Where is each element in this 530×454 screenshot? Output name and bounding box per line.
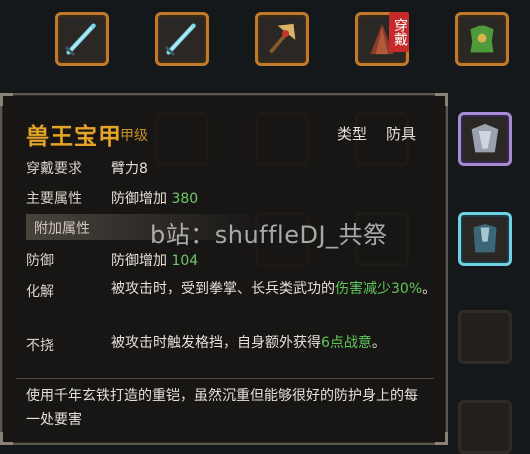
defense-text: 防御增加: [111, 253, 167, 269]
equipped-badge: 穿戴: [389, 12, 409, 52]
axe-icon: [269, 23, 296, 54]
effect-text-block: 被攻击时触发格挡，自身额外获得6点战意。: [111, 331, 441, 355]
inventory-slot-armor[interactable]: [455, 12, 509, 66]
effect-text-part: 被攻击时触发格挡，自身额外获得: [111, 335, 321, 351]
effect-label-resolve: 化解: [26, 284, 54, 300]
main-attribute-value: 380: [171, 191, 199, 207]
requirement-value: 臂力8: [111, 161, 148, 177]
item-description: 使用千年玄铁打造的重铠，虽然沉重但能够很好的防护身上的每一处要害: [26, 388, 418, 428]
sword-icon: [65, 23, 96, 56]
watermark: b站：shuffleDJ_共祭: [150, 221, 388, 249]
garment-icon: [471, 123, 499, 153]
effect-highlight: 6点战意: [321, 335, 372, 351]
item-grade: 甲级: [120, 128, 148, 144]
defense-label: 防御: [26, 253, 54, 269]
inventory-slot-sword-2[interactable]: [155, 12, 209, 66]
tooltip-corner: [435, 432, 448, 445]
effect-label-block: 不挠: [26, 338, 54, 354]
armor-icon: [470, 25, 494, 53]
requirement-label: 穿戴要求: [26, 161, 82, 177]
item-name: 兽王宝甲: [26, 124, 122, 150]
main-attribute: 防御增加 380: [111, 188, 198, 208]
tooltip-corner: [0, 432, 13, 445]
defense-attribute: 防御增加 104: [111, 250, 198, 270]
defense-value: 104: [171, 253, 199, 269]
inventory-slot-sword-1[interactable]: [55, 12, 109, 66]
item-type-value: 防具: [386, 125, 417, 143]
inventory-slot-empty[interactable]: [458, 310, 512, 364]
robe-icon: [473, 223, 497, 253]
item-type-label: 类型: [337, 125, 368, 143]
tooltip-corner: [435, 93, 448, 106]
effect-text-part: 被攻击时，受到拳掌、长兵类武功的: [111, 281, 335, 297]
inventory-slot-silk[interactable]: [458, 112, 512, 166]
item-tooltip: 兽王宝甲 甲级 类型 防具 穿戴要求 臂力8 主要属性 防御增加 380 附加属…: [0, 93, 448, 445]
inventory-slot-axe[interactable]: [255, 12, 309, 66]
tooltip-divider: [16, 378, 434, 379]
inventory-slot-cloak[interactable]: 穿戴: [355, 12, 409, 66]
main-attribute-text: 防御增加: [111, 191, 167, 207]
inventory-slot-robe[interactable]: [458, 212, 512, 266]
effect-text-resolve: 被攻击时，受到拳掌、长兵类武功的伤害减少30%。: [111, 277, 441, 301]
effect-highlight: 伤害减少30%: [335, 281, 423, 297]
effect-text-part: 。: [371, 335, 386, 351]
extra-attribute-label: 附加属性: [34, 221, 90, 237]
tooltip-corner: [0, 93, 13, 106]
main-attribute-label: 主要属性: [26, 191, 82, 207]
effect-text-part: 。: [422, 281, 437, 297]
sword-icon: [165, 23, 196, 56]
inventory-slot-empty[interactable]: [458, 400, 512, 454]
